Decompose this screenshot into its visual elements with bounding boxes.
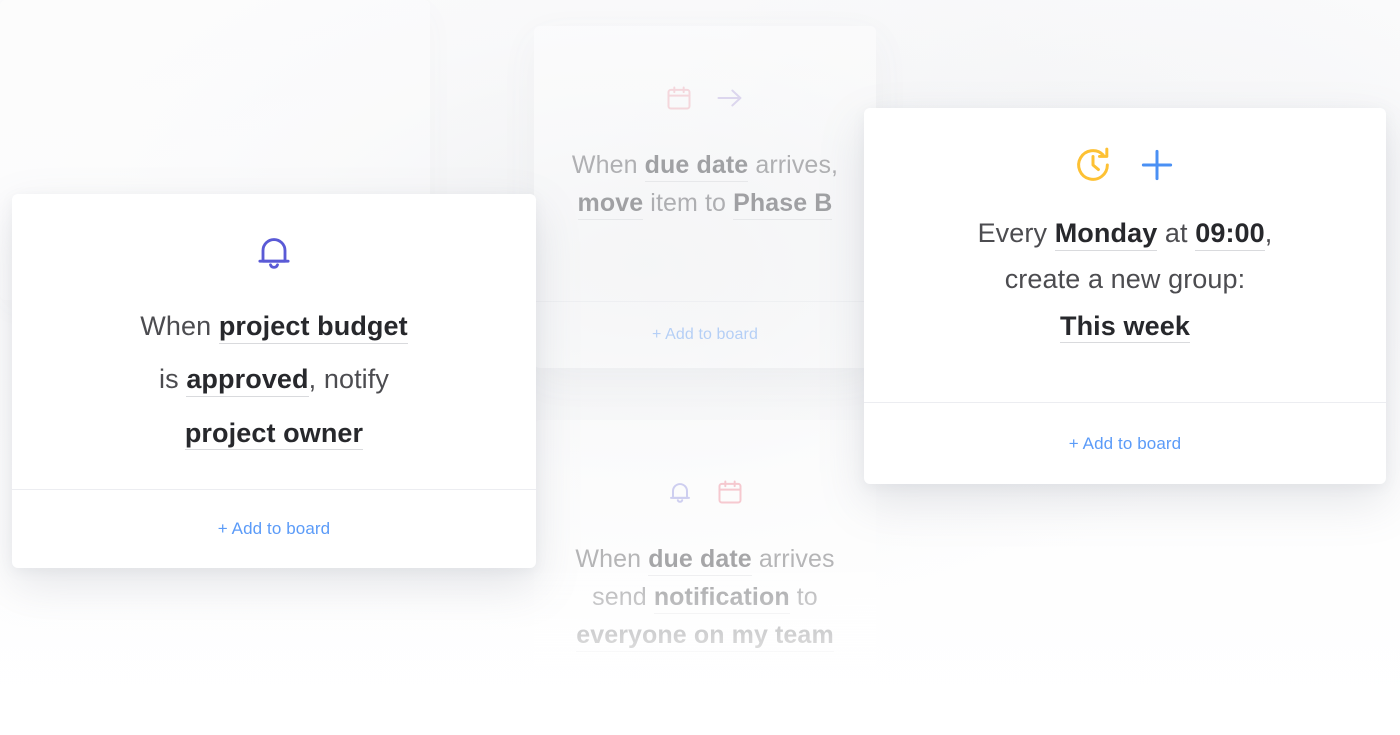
- text-fragment: send: [592, 583, 654, 611]
- token-due-date[interactable]: due date: [648, 546, 752, 576]
- recipe-line-1: Every Monday at 09:00,: [978, 210, 1273, 256]
- add-to-board-button[interactable]: + Add to board: [1069, 434, 1181, 454]
- bell-icon: [252, 230, 296, 274]
- text-fragment: , notify: [308, 364, 389, 395]
- card-body: When project budget is approved, notify …: [12, 194, 536, 489]
- automation-card-move-item[interactable]: When due date arrives, move item to Phas…: [534, 26, 876, 368]
- add-to-board-button[interactable]: + Add to board: [652, 326, 758, 344]
- text-fragment: When: [575, 545, 649, 573]
- recipe-line-2: send notification to: [575, 578, 834, 616]
- recipe-line-3: This week: [978, 303, 1273, 349]
- text-fragment: When: [140, 311, 219, 341]
- text-fragment: ,: [1264, 218, 1273, 248]
- recipe-line-2: create a new group:: [978, 256, 1273, 302]
- text-fragment: arrives,: [748, 151, 839, 179]
- recipe-line-2: is approved, notify: [140, 353, 407, 406]
- recipe-line-1: When due date arrives: [575, 540, 834, 578]
- card-footer: + Add to board: [864, 402, 1386, 484]
- card-body: When due date arrives, move item to Phas…: [534, 26, 876, 301]
- text-fragment: Every: [977, 218, 1055, 248]
- text-fragment: When: [571, 151, 645, 179]
- recipe-sentence: Every Monday at 09:00, create a new grou…: [978, 210, 1273, 349]
- automation-card-recurring-group[interactable]: Every Monday at 09:00, create a new grou…: [864, 108, 1386, 484]
- token-phase-b[interactable]: Phase B: [733, 190, 833, 220]
- text-fragment: is: [159, 364, 187, 395]
- text-fragment: create a new group:: [1004, 264, 1246, 295]
- automation-card-send-notification[interactable]: When due date arrives send notification …: [534, 420, 876, 735]
- token-move[interactable]: move: [577, 190, 644, 220]
- recipe-sentence: When due date arrives send notification …: [575, 540, 834, 654]
- token-everyone-on-my-team[interactable]: everyone on my team: [576, 622, 834, 652]
- card-icons: [665, 84, 745, 112]
- recipe-line-1: When project budget: [140, 300, 408, 353]
- token-time-0900[interactable]: 09:00: [1195, 219, 1265, 251]
- token-due-date[interactable]: due date: [644, 152, 749, 182]
- add-to-board-button[interactable]: + Add to board: [218, 519, 330, 539]
- card-footer: + Add to board: [12, 489, 536, 568]
- card-body: Every Monday at 09:00, create a new grou…: [864, 108, 1386, 402]
- text-fragment: to: [789, 583, 818, 611]
- calendar-icon: [716, 478, 744, 506]
- recipe-line-2: move item to Phase B: [572, 184, 838, 222]
- text-fragment: arrives: [751, 545, 835, 573]
- arrow-right-icon: [715, 84, 745, 112]
- recipe-cards-canvas: When due date arrives, move item to Phas…: [0, 0, 1400, 735]
- recipe-sentence: When project budget is approved, notify …: [140, 300, 408, 460]
- recipe-line-3: everyone on my team: [575, 616, 834, 654]
- token-project-budget[interactable]: project budget: [218, 312, 408, 344]
- token-notification[interactable]: notification: [653, 584, 790, 614]
- card-icons: [1072, 144, 1178, 186]
- card-icons: [252, 230, 296, 274]
- bell-icon: [666, 478, 694, 506]
- recurring-clock-icon: [1072, 144, 1114, 186]
- token-monday[interactable]: Monday: [1054, 219, 1158, 251]
- token-approved[interactable]: approved: [186, 366, 309, 397]
- recipe-line-3: project owner: [140, 407, 407, 460]
- card-footer: + Add to board: [534, 301, 876, 368]
- plus-icon: [1136, 144, 1178, 186]
- card-body: When due date arrives send notification …: [534, 420, 876, 735]
- text-fragment: item to: [643, 189, 734, 217]
- token-project-owner[interactable]: project owner: [184, 419, 364, 451]
- card-icons: [666, 478, 744, 506]
- token-this-week[interactable]: This week: [1060, 312, 1190, 344]
- recipe-line-1: When due date arrives,: [572, 146, 838, 184]
- calendar-icon: [665, 84, 693, 112]
- text-fragment: at: [1157, 218, 1196, 248]
- automation-card-project-budget[interactable]: When project budget is approved, notify …: [12, 194, 536, 568]
- recipe-sentence: When due date arrives, move item to Phas…: [572, 146, 838, 222]
